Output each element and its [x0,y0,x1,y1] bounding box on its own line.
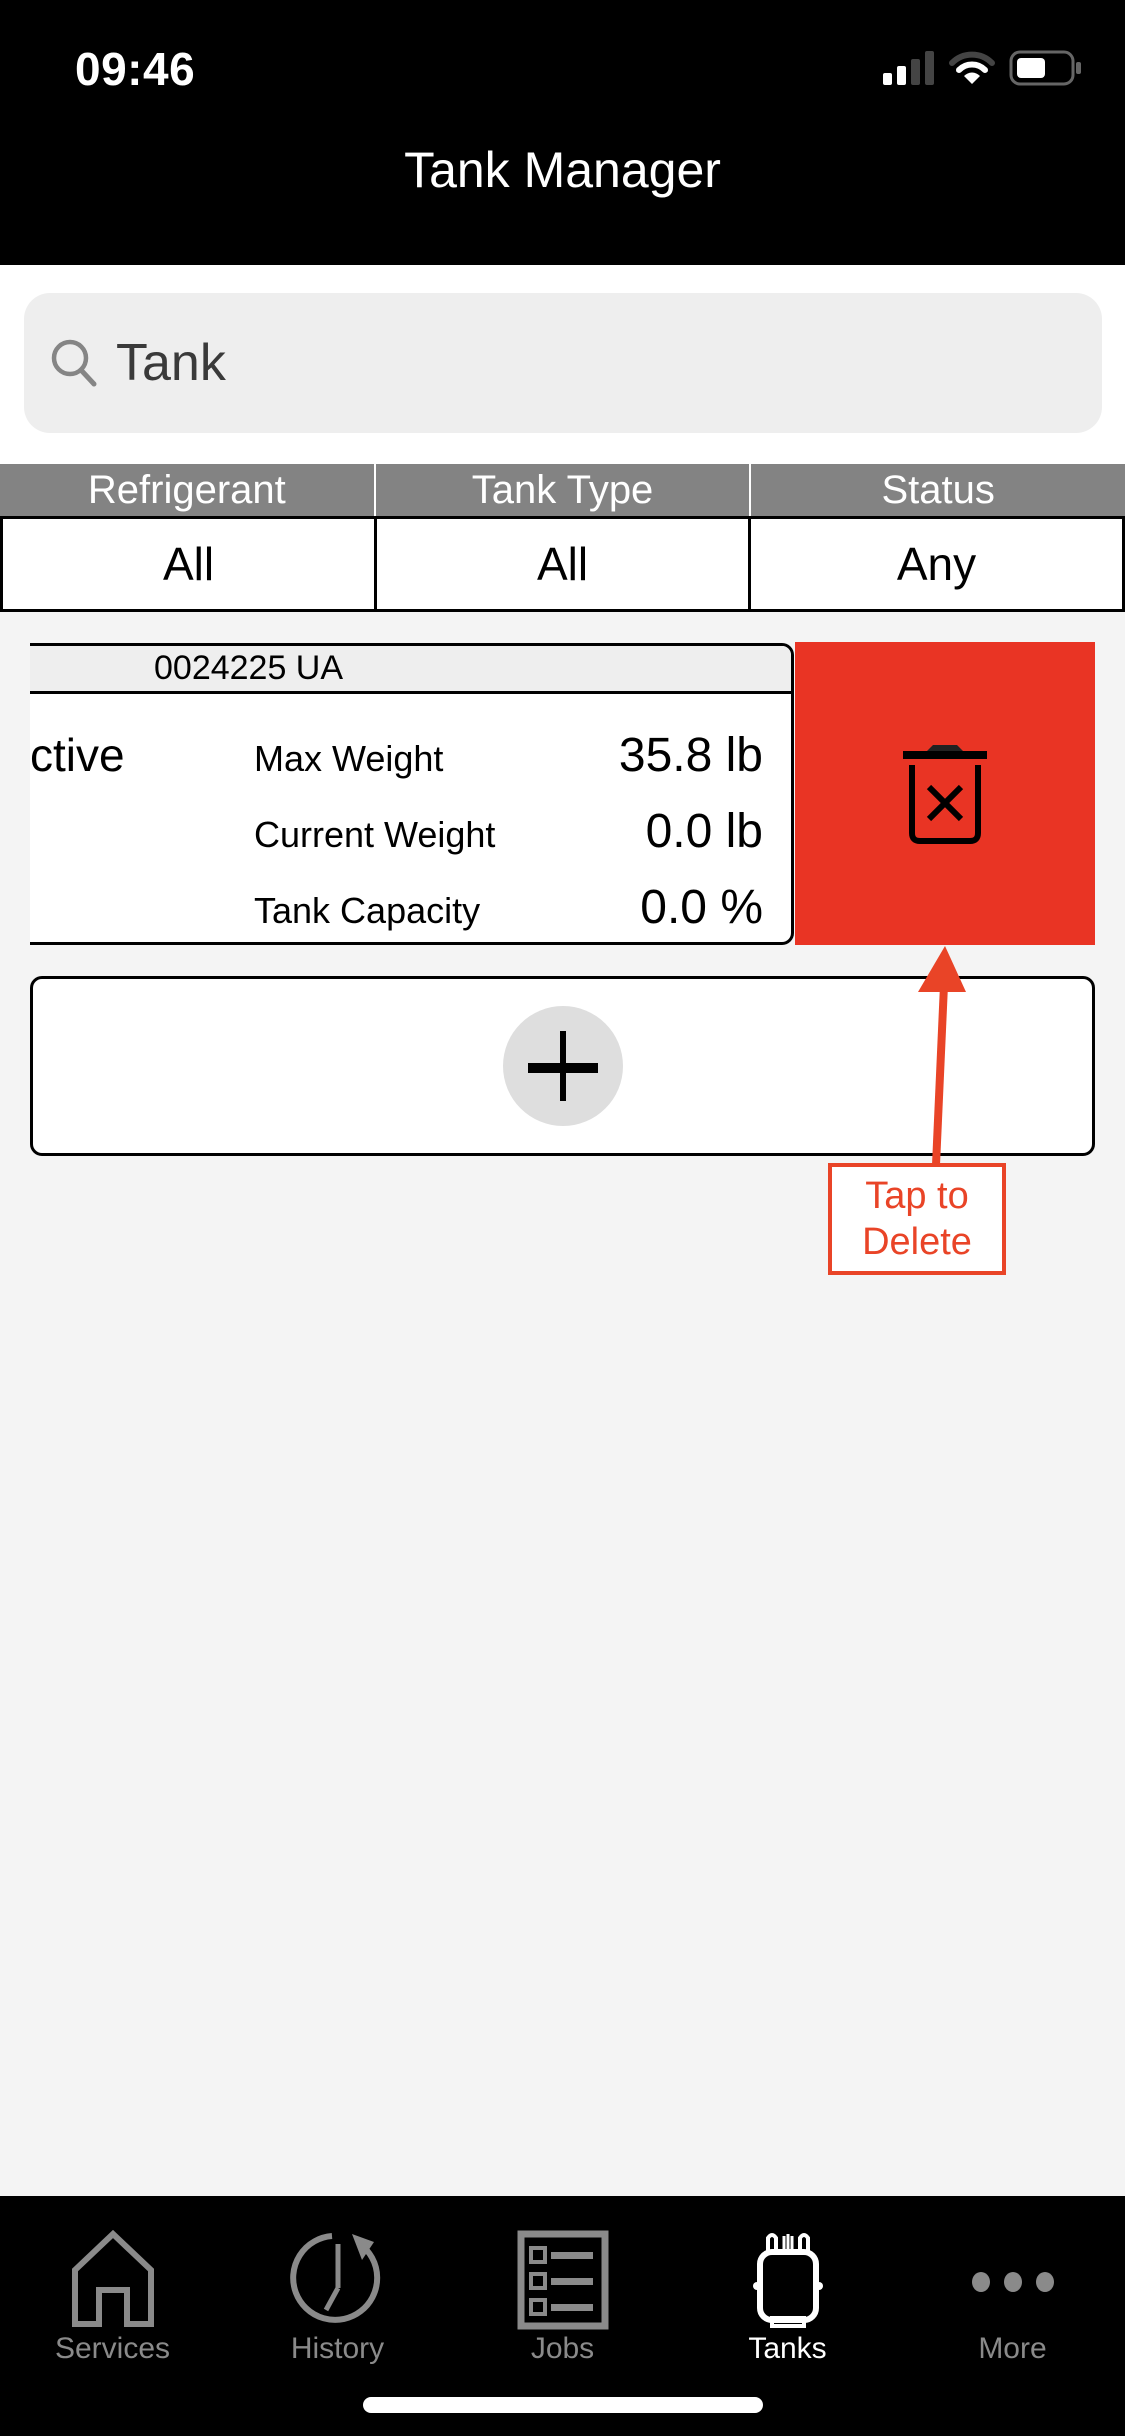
tab-label: History [290,2332,385,2365]
search-icon [51,339,97,387]
checklist-icon [517,2230,608,2330]
tab-more[interactable]: More [900,2196,1125,2436]
filter-header-refrigerant: Refrigerant [0,464,376,516]
annotation-tap-to-delete: Tap to Delete [828,1163,1006,1275]
tab-label: More [978,2332,1047,2365]
filter-header-tank-type: Tank Type [376,464,752,516]
tank-icon [752,2233,823,2328]
plus-icon [527,1031,598,1101]
tank-row-label: Max Weight [254,738,444,779]
filter-header: Refrigerant Tank Type Status [0,464,1125,516]
tank-row-label: Current Weight [254,814,496,855]
annotation-line-2: Delete [862,1221,972,1263]
status-bar: 09:46 [0,0,1125,140]
nav-bar: Tank Manager [0,140,1125,265]
more-icon [971,2272,1054,2292]
filter-header-status: Status [881,467,995,512]
tank-row-tank-capacity: Tank Capacity 0.0 % [254,880,763,935]
annotation-line-1: Tap to [865,1175,969,1217]
trash-x-icon [903,744,987,844]
tank-row-label: Tank Capacity [254,890,481,931]
delete-tank-button[interactable] [795,642,1095,945]
wifi-icon [949,51,995,84]
tank-card[interactable]: 0024225 UA ctive Max Weight 35.8 lb Curr… [30,643,794,945]
tank-row-current-weight: Current Weight 0.0 lb [254,804,763,859]
tab-services[interactable]: Services [0,2196,225,2436]
page-title: Tank Manager [404,141,721,198]
tab-label: Tanks [748,2332,827,2365]
tank-row-max-weight: Max Weight 35.8 lb [254,728,763,783]
history-icon [289,2233,380,2323]
tank-row-value: 0.0 % [640,881,763,934]
add-tank-card[interactable] [30,976,1095,1156]
search-input[interactable] [116,333,1016,393]
tank-status: ctive [30,729,125,781]
tab-label: Services [54,2332,171,2365]
home-indicator [363,2397,763,2413]
tank-row-value: 35.8 lb [618,729,763,782]
tab-label: Jobs [530,2332,595,2365]
filter-refrigerant-select[interactable]: All [3,519,377,609]
filter-tank-type-select[interactable]: All [377,519,751,609]
search-box[interactable] [24,293,1102,433]
filter-values: All All Any [0,516,1125,612]
filter-status-select[interactable]: Any [751,519,1122,609]
status-time: 09:46 [75,43,196,95]
tank-id: 0024225 UA [30,646,791,694]
status-icons [883,50,1083,86]
signal-icon [883,51,934,85]
tank-row-value: 0.0 lb [645,805,763,858]
home-icon [71,2230,154,2327]
add-tank-button[interactable] [502,1006,623,1126]
search-area [0,265,1125,465]
battery-icon [1009,50,1081,86]
